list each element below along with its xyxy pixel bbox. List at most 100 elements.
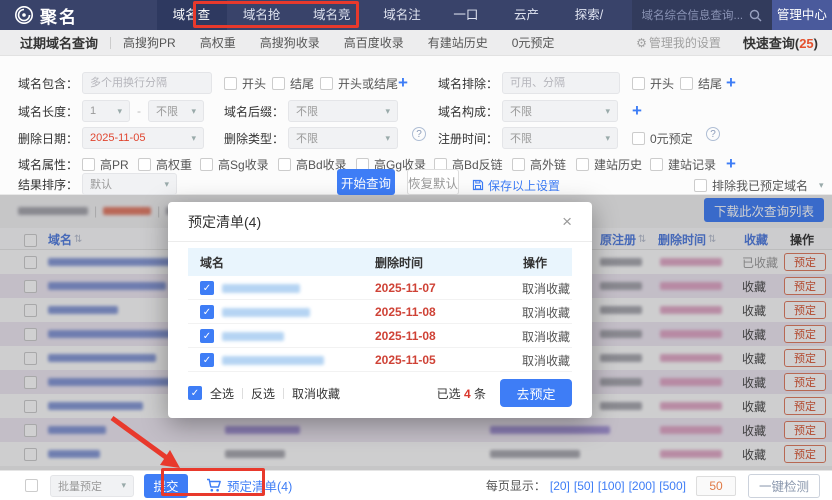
favorite-link[interactable]: 收藏 [742,302,766,319]
contain-tail-checkbox[interactable]: 结尾 [272,72,314,94]
nav-item-domain-grab[interactable]: 域名抢注 [227,0,297,30]
contain-input[interactable] [82,72,212,94]
checked-checkbox[interactable]: ✓ [200,329,214,343]
start-query-button[interactable]: 开始查询 [337,169,395,195]
manage-center-button[interactable]: 管理中心 [772,0,832,30]
invert-select-link[interactable]: 反选 [251,385,275,402]
column-header-delete-time[interactable]: 删除时间⇅ [658,228,716,250]
row-checkbox[interactable] [24,256,37,269]
cancel-favorite-batch-link[interactable]: 取消收藏 [292,385,340,402]
question-icon[interactable]: ? [706,127,720,141]
reserve-list-link[interactable]: 预定清单(4) [206,476,292,495]
contain-headtail-checkbox[interactable]: 开头或结尾 [320,72,398,94]
manage-settings-link[interactable]: 管理我的设置 [649,34,721,51]
go-reserve-button[interactable]: 去预定 [500,379,572,407]
reserve-button[interactable]: 预定 [784,253,826,271]
per-page-input[interactable]: 50 [696,476,736,496]
sort-select[interactable]: 默认▾ [82,173,177,195]
tab-high-baidu-index[interactable]: 高百度收录 [344,34,404,51]
reg-time-select[interactable]: 不限▾ [502,127,618,149]
checked-checkbox[interactable]: ✓ [200,281,214,295]
reserve-button[interactable]: 预定 [784,301,826,319]
download-list-button[interactable]: 下载此次查询列表 [704,198,824,222]
select-all-checkbox[interactable] [24,234,37,247]
cancel-favorite-link[interactable]: 取消收藏 [522,328,570,345]
checkbox-icon[interactable] [320,77,333,90]
favorite-link[interactable]: 收藏 [742,374,766,391]
tab-zero-yuan[interactable]: 0元预定 [512,34,555,51]
row-checkbox[interactable] [24,448,37,461]
select-all-link[interactable]: 全选 [210,385,234,402]
checkbox-icon[interactable] [272,77,285,90]
cancel-favorite-link[interactable]: 取消收藏 [522,304,570,321]
reserve-button[interactable]: 预定 [784,445,826,463]
reserve-button[interactable]: 预定 [784,397,826,415]
nav-item-domain-register[interactable]: 域名注册 [367,0,437,30]
one-click-check-button[interactable]: 一键检测 [748,474,820,498]
blurred-domain[interactable] [48,330,188,338]
checked-checkbox[interactable]: ✓ [200,305,214,319]
blurred-domain[interactable] [48,354,156,362]
reserve-button[interactable]: 预定 [784,277,826,295]
plus-icon[interactable]: + [632,100,642,122]
nav-search-input[interactable]: 域名综合信息查询... [632,0,772,30]
nav-item-fixed-price[interactable]: 一口价 [437,0,498,30]
exclude-reserved-checkbox[interactable]: 排除我已预定域名▾ [694,174,824,196]
zero-yuan-checkbox[interactable]: 0元预定 [632,127,693,149]
length-from-select[interactable]: 1▾ [82,100,130,122]
row-checkbox[interactable] [24,376,37,389]
row-checkbox[interactable] [24,424,37,437]
favorite-link[interactable]: 收藏 [742,326,766,343]
plus-icon[interactable]: + [398,72,408,94]
checkbox-icon[interactable] [224,77,237,90]
delete-date-select[interactable]: 2025-11-05▾ [82,127,204,149]
column-header-orig-reg[interactable]: 原注册⇅ [600,228,646,250]
blurred-domain[interactable] [48,426,106,434]
favorite-link[interactable]: 收藏 [742,446,766,463]
save-settings-link[interactable]: 保存以上设置 [472,174,560,196]
question-icon[interactable]: ? [412,127,426,141]
per-page-option-100[interactable]: [100] [598,479,625,493]
favorite-link[interactable]: 收藏 [742,398,766,415]
per-page-option-20[interactable]: [20] [550,479,570,493]
favorite-link[interactable]: 已收藏 [742,254,778,271]
per-page-option-50[interactable]: [50] [574,479,594,493]
exclude-input[interactable] [502,72,620,94]
plus-icon[interactable]: + [726,72,736,94]
tab-site-history[interactable]: 有建站历史 [428,34,488,51]
column-header-favorite[interactable]: 收藏 [744,228,768,250]
favorite-link[interactable]: 收藏 [742,350,766,367]
batch-reserve-select[interactable]: 批量预定▾ [50,475,134,497]
checkbox-icon[interactable] [632,77,645,90]
per-page-option-500[interactable]: [500] [659,479,686,493]
tab-high-sogou-index[interactable]: 高搜狗收录 [260,34,320,51]
blurred-domain[interactable] [48,306,118,314]
delete-type-select[interactable]: 不限▾ [288,127,398,149]
nav-item-cloud[interactable]: 云产品 [498,0,559,30]
cancel-favorite-link[interactable]: 取消收藏 [522,280,570,297]
checkbox-icon[interactable] [680,77,693,90]
suffix-select[interactable]: 不限▾ [288,100,398,122]
column-header-domain[interactable]: 域名⇅ [48,228,82,250]
exclude-tail-checkbox[interactable]: 结尾 [680,72,722,94]
reserve-button[interactable]: 预定 [784,373,826,391]
row-checkbox[interactable] [24,328,37,341]
blurred-domain[interactable] [48,450,100,458]
close-icon[interactable]: × [562,213,572,230]
exclude-head-checkbox[interactable]: 开头 [632,72,674,94]
row-checkbox[interactable] [24,280,37,293]
tab-high-sogou-pr[interactable]: 高搜狗PR [123,34,176,51]
nav-item-domain-query[interactable]: 域名查询 [157,0,227,30]
checkbox-icon[interactable] [694,179,707,192]
reserve-button[interactable]: 预定 [784,349,826,367]
row-checkbox[interactable] [24,400,37,413]
row-checkbox[interactable] [24,304,37,317]
length-to-select[interactable]: 不限▾ [148,100,204,122]
reserve-button[interactable]: 预定 [784,325,826,343]
nav-item-domain-bid[interactable]: 域名竞价 [297,0,367,30]
per-page-option-200[interactable]: [200] [629,479,656,493]
select-all-checked-checkbox[interactable]: ✓ [188,386,202,400]
search-icon[interactable] [749,9,762,22]
reserve-button[interactable]: 预定 [784,421,826,439]
compose-select[interactable]: 不限▾ [502,100,618,122]
